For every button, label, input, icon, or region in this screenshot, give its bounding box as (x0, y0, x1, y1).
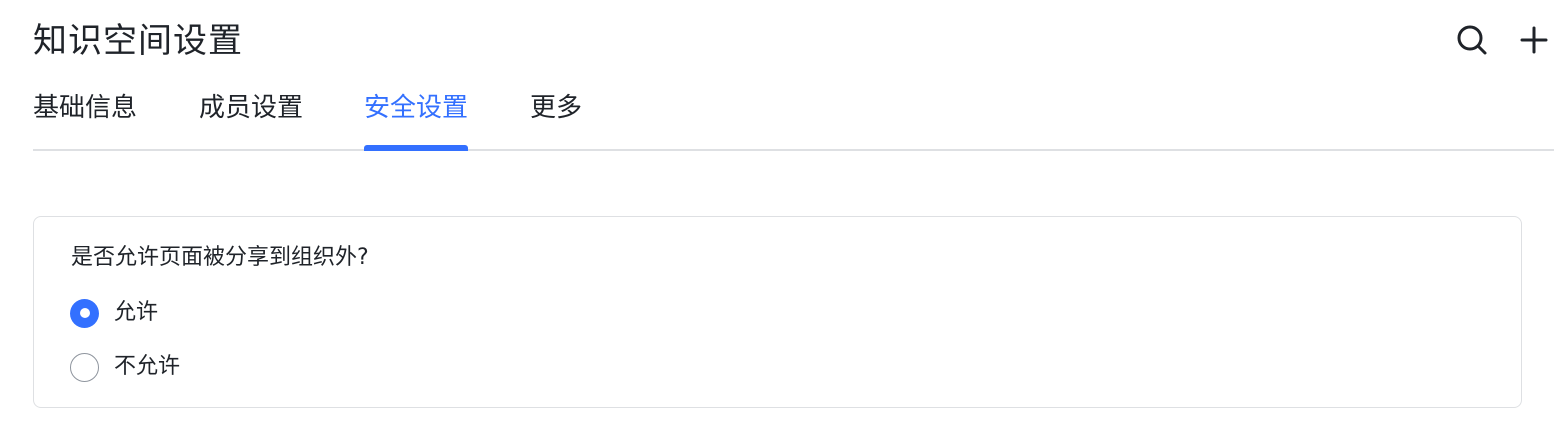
radio-label: 不允许 (114, 354, 181, 379)
tab-label: 更多 (530, 93, 583, 123)
plus-icon (1520, 26, 1548, 54)
radio-option-allow[interactable]: 允许 (70, 297, 158, 329)
search-icon (1456, 24, 1488, 56)
page-title: 知识空间设置 (33, 21, 243, 61)
tab-member-settings[interactable]: 成员设置 (199, 88, 303, 149)
add-button[interactable] (1514, 20, 1554, 60)
tab-label: 基础信息 (33, 93, 138, 123)
tab-security-settings[interactable]: 安全设置 (364, 88, 469, 151)
radio-button-checked[interactable] (70, 298, 99, 328)
radio-option-disallow[interactable]: 不允许 (70, 351, 180, 383)
tab-label: 成员设置 (199, 93, 304, 123)
share-permission-question: 是否允许页面被分享到组织外? (71, 245, 369, 270)
radio-label: 允许 (114, 300, 159, 325)
settings-tabs: 基础信息 成员设置 安全设置 更多 (33, 88, 1554, 151)
radio-button-unchecked[interactable] (70, 352, 99, 382)
tab-more[interactable]: 更多 (530, 88, 582, 149)
header-actions (1452, 20, 1554, 60)
tab-basic-info[interactable]: 基础信息 (33, 88, 137, 149)
active-tab-indicator (364, 145, 469, 151)
share-permission-card: 是否允许页面被分享到组织外? 允许 不允许 (33, 216, 1522, 408)
knowledge-space-settings-page: 知识空间设置 基础信息 成员设置 安全设置 更多 是否允许页面被分享到组织外? … (0, 0, 1554, 438)
search-button[interactable] (1452, 20, 1492, 60)
tab-label: 安全设置 (364, 93, 469, 123)
